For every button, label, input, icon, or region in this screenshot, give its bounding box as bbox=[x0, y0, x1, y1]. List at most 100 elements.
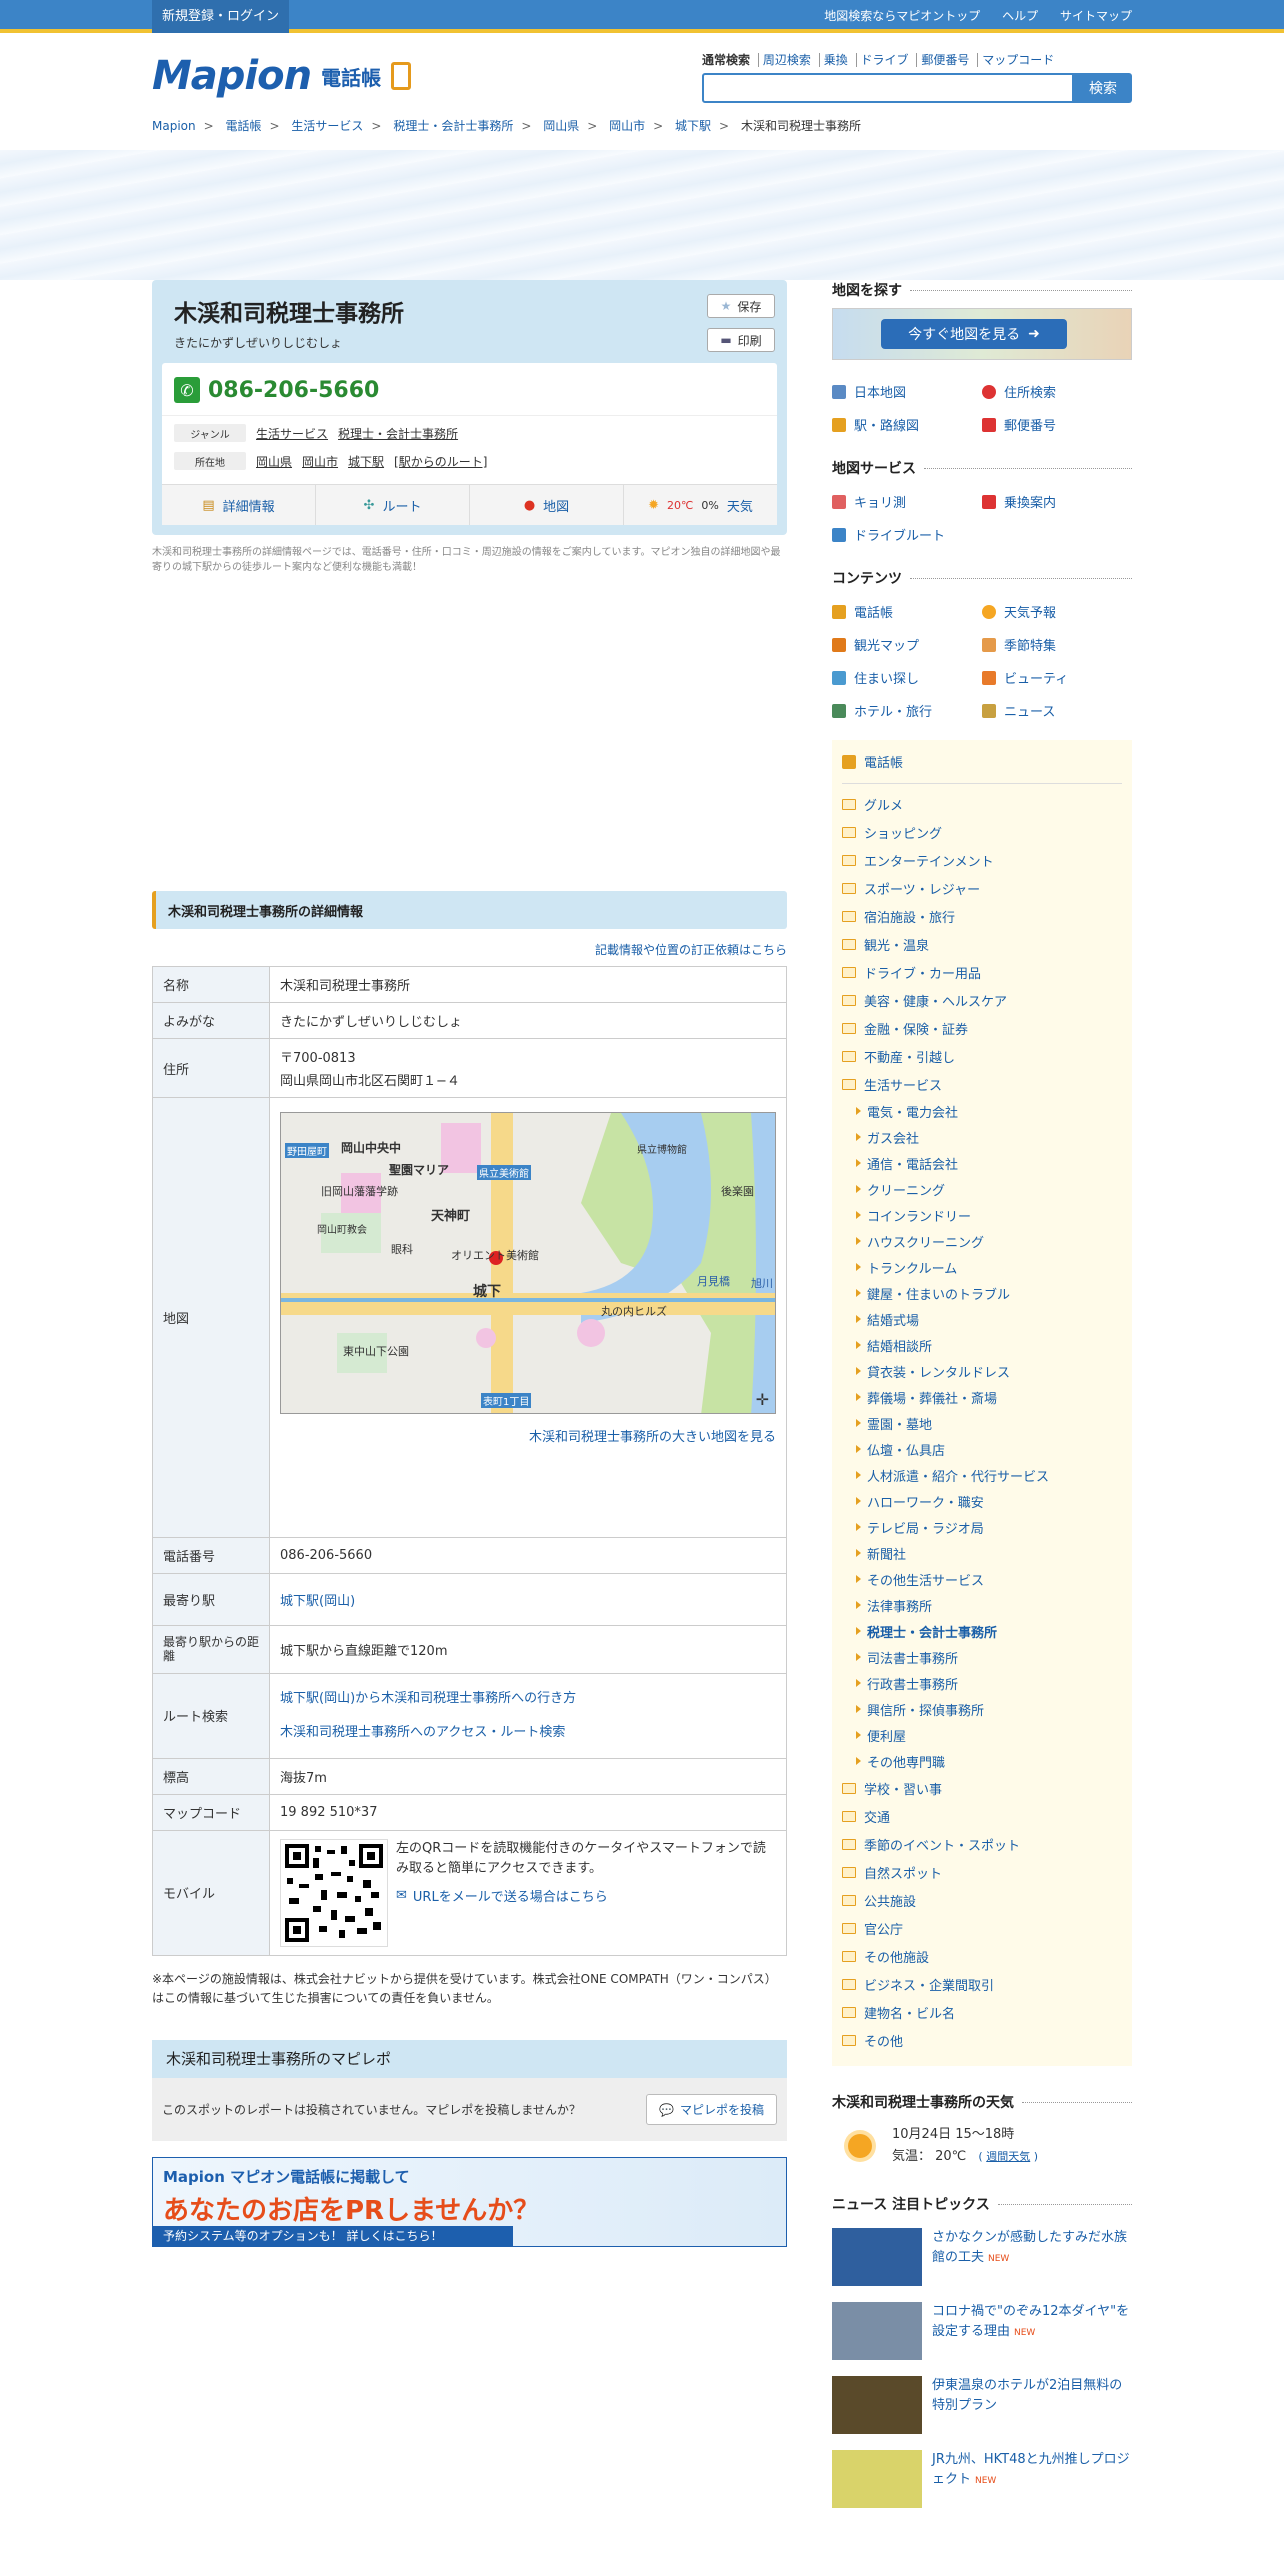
subcategory-item[interactable]: 仏壇・仏具店 bbox=[842, 1436, 1122, 1462]
detail-tab[interactable]: ▤ 詳細情報 bbox=[162, 485, 316, 525]
subcategory-item[interactable]: テレビ局・ラジオ局 bbox=[842, 1514, 1122, 1540]
link-weather[interactable]: 天気予報 bbox=[982, 602, 1132, 621]
breadcrumb-city[interactable]: 岡山市 bbox=[609, 119, 645, 133]
news-item[interactable]: さかなクンが感動したすみだ水族館の工夫 NEW bbox=[832, 2228, 1132, 2287]
tab-nearby-search[interactable]: 周辺検索 bbox=[757, 53, 815, 67]
address-link-pref[interactable]: 岡山県 bbox=[256, 453, 292, 470]
link-news[interactable]: ニュース bbox=[982, 701, 1132, 720]
mapion-top-link[interactable]: 地図検索ならマピオントップ bbox=[824, 9, 980, 23]
link-beauty[interactable]: ビューティ bbox=[982, 668, 1132, 687]
genre-link-tax[interactable]: 税理士・会計士事務所 bbox=[338, 425, 458, 442]
subcategory-item[interactable]: 結婚式場 bbox=[842, 1306, 1122, 1332]
link-transit[interactable]: 乗換案内 bbox=[982, 492, 1132, 511]
link-phonebook[interactable]: 電話帳 bbox=[832, 602, 982, 621]
link-address-search[interactable]: 住所検索 bbox=[982, 382, 1132, 401]
link-postal-code[interactable]: 郵便番号 bbox=[982, 415, 1132, 434]
category-item[interactable]: 美容・健康・ヘルスケア bbox=[842, 986, 1122, 1014]
subcategory-item[interactable]: 行政書士事務所 bbox=[842, 1670, 1122, 1696]
news-item[interactable]: コロナ禍で"のぞみ12本ダイヤ"を設定する理由 NEW bbox=[832, 2302, 1132, 2361]
address-link-city[interactable]: 岡山市 bbox=[302, 453, 338, 470]
category-item[interactable]: 交通 bbox=[842, 1802, 1122, 1830]
subcategory-item[interactable]: 税理士・会計士事務所 bbox=[842, 1618, 1122, 1644]
link-drive-route[interactable]: ドライブルート bbox=[832, 525, 982, 544]
category-item[interactable]: 金融・保険・証券 bbox=[842, 1014, 1122, 1042]
link-japan-map[interactable]: 日本地図 bbox=[832, 382, 982, 401]
tab-postal[interactable]: 郵便番号 bbox=[916, 53, 974, 67]
subcategory-item[interactable]: 法律事務所 bbox=[842, 1592, 1122, 1618]
breadcrumb-mapion[interactable]: Mapion bbox=[152, 119, 196, 133]
login-link[interactable]: 新規登録・ログイン bbox=[152, 0, 290, 33]
category-item[interactable]: 自然スポット bbox=[842, 1858, 1122, 1886]
subcategory-item[interactable]: その他専門職 bbox=[842, 1748, 1122, 1774]
category-item[interactable]: 官公庁 bbox=[842, 1914, 1122, 1942]
link-housing[interactable]: 住まい探し bbox=[832, 668, 982, 687]
tab-normal-search[interactable]: 通常検索 bbox=[702, 53, 754, 67]
link-station-map[interactable]: 駅・路線図 bbox=[832, 415, 982, 434]
map-now-button[interactable]: 今すぐ地図を見る ➜ bbox=[881, 319, 1067, 349]
subcategory-item[interactable]: ハウスクリーニング bbox=[842, 1228, 1122, 1254]
mapion-logo[interactable]: Mapion 電話帳 bbox=[152, 51, 412, 101]
subcategory-item[interactable]: 人材派遣・紹介・代行サービス bbox=[842, 1462, 1122, 1488]
news-item[interactable]: 伊東温泉のホテルが2泊目無料の特別プラン bbox=[832, 2376, 1132, 2435]
weather-tab[interactable]: ✹ 20℃ 0% 天気 bbox=[624, 485, 777, 525]
location-map[interactable]: 岡山中央中 聖園マリア 旧岡山藩藩学跡 県立美術館 天神町 岡山町教会 眼科 オ… bbox=[280, 1112, 776, 1414]
breadcrumb-phonebook[interactable]: 電話帳 bbox=[226, 119, 262, 133]
large-map-link[interactable]: 木渓和司税理士事務所の大きい地図を見る bbox=[529, 1430, 776, 1445]
map-now-banner[interactable]: 今すぐ地図を見る ➜ bbox=[832, 308, 1132, 360]
tab-drive[interactable]: ドライブ bbox=[855, 53, 913, 67]
category-item[interactable]: スポーツ・レジャー bbox=[842, 874, 1122, 902]
category-item[interactable]: 学校・習い事 bbox=[842, 1774, 1122, 1802]
breadcrumb-life-service[interactable]: 生活サービス bbox=[291, 119, 363, 133]
link-hotel[interactable]: ホテル・旅行 bbox=[832, 701, 982, 720]
pr-banner[interactable]: Mapion マピオン電話帳に掲載して あなたのお店をPRしませんか？ 予約シス… bbox=[152, 2157, 787, 2247]
mail-url-link[interactable]: URLをメールで送る場合はこちら bbox=[413, 1886, 608, 1905]
route-link-access[interactable]: 木渓和司税理士事務所へのアクセス・ルート検索 bbox=[280, 1725, 565, 1740]
category-item[interactable]: エンターテインメント bbox=[842, 846, 1122, 874]
tab-transit[interactable]: 乗換 bbox=[818, 53, 852, 67]
station-link[interactable]: 城下駅(岡山) bbox=[280, 1594, 355, 1609]
category-item[interactable]: 公共施設 bbox=[842, 1886, 1122, 1914]
subcategory-item[interactable]: 鍵屋・住まいのトラブル bbox=[842, 1280, 1122, 1306]
category-item[interactable]: 不動産・引越し bbox=[842, 1042, 1122, 1070]
category-item[interactable]: 宿泊施設・旅行 bbox=[842, 902, 1122, 930]
subcategory-item[interactable]: 葬儀場・葬儀社・斎場 bbox=[842, 1384, 1122, 1410]
subcategory-item[interactable]: 新聞社 bbox=[842, 1540, 1122, 1566]
subcategory-item[interactable]: ガス会社 bbox=[842, 1124, 1122, 1150]
post-mapirepo-button[interactable]: 💬 マピレポを投稿 bbox=[646, 2093, 777, 2125]
breadcrumb-tax-office[interactable]: 税理士・会計士事務所 bbox=[393, 119, 513, 133]
search-button[interactable]: 検索 bbox=[1074, 73, 1132, 103]
tab-mapcode[interactable]: マップコード bbox=[977, 53, 1059, 67]
category-item[interactable]: ビジネス・企業間取引 bbox=[842, 1970, 1122, 1998]
map-tab[interactable]: ● 地図 bbox=[470, 485, 624, 525]
category-item[interactable]: ショッピング bbox=[842, 818, 1122, 846]
subcategory-item[interactable]: ハローワーク・職安 bbox=[842, 1488, 1122, 1514]
subcategory-item[interactable]: 電気・電力会社 bbox=[842, 1098, 1122, 1124]
category-item[interactable]: 生活サービス bbox=[842, 1070, 1122, 1098]
link-distance[interactable]: キョリ測 bbox=[832, 492, 982, 511]
phonebook-list-head[interactable]: 電話帳 bbox=[842, 752, 1122, 784]
category-item[interactable]: 建物名・ビル名 bbox=[842, 1998, 1122, 2026]
category-item[interactable]: ドライブ・カー用品 bbox=[842, 958, 1122, 986]
subcategory-item[interactable]: トランクルーム bbox=[842, 1254, 1122, 1280]
category-item[interactable]: グルメ bbox=[842, 790, 1122, 818]
subcategory-item[interactable]: 霊園・墓地 bbox=[842, 1410, 1122, 1436]
subcategory-item[interactable]: 通信・電話会社 bbox=[842, 1150, 1122, 1176]
print-button[interactable]: ▬ 印刷 bbox=[707, 328, 775, 352]
search-input[interactable] bbox=[702, 73, 1074, 103]
news-item[interactable]: JR九州、HKT48と九州推しプロジェクト NEW bbox=[832, 2450, 1132, 2509]
subcategory-item[interactable]: クリーニング bbox=[842, 1176, 1122, 1202]
link-seasonal[interactable]: 季節特集 bbox=[982, 635, 1132, 654]
subcategory-item[interactable]: その他生活サービス bbox=[842, 1566, 1122, 1592]
genre-link-life[interactable]: 生活サービス bbox=[256, 425, 328, 442]
sitemap-link[interactable]: サイトマップ bbox=[1060, 9, 1132, 23]
address-link-station[interactable]: 城下駅 bbox=[348, 453, 384, 470]
correction-link[interactable]: 記載情報や位置の訂正依頼はこちら bbox=[595, 943, 787, 957]
subcategory-item[interactable]: 結婚相談所 bbox=[842, 1332, 1122, 1358]
weekly-weather-link[interactable]: ( 週間天気 ) bbox=[978, 2150, 1038, 2163]
subcategory-item[interactable]: 便利屋 bbox=[842, 1722, 1122, 1748]
link-tourism-map[interactable]: 観光マップ bbox=[832, 635, 982, 654]
subcategory-item[interactable]: 司法書士事務所 bbox=[842, 1644, 1122, 1670]
phone-number[interactable]: 086-206-5660 bbox=[208, 378, 379, 403]
category-item[interactable]: その他施設 bbox=[842, 1942, 1122, 1970]
breadcrumb-prefecture[interactable]: 岡山県 bbox=[543, 119, 579, 133]
